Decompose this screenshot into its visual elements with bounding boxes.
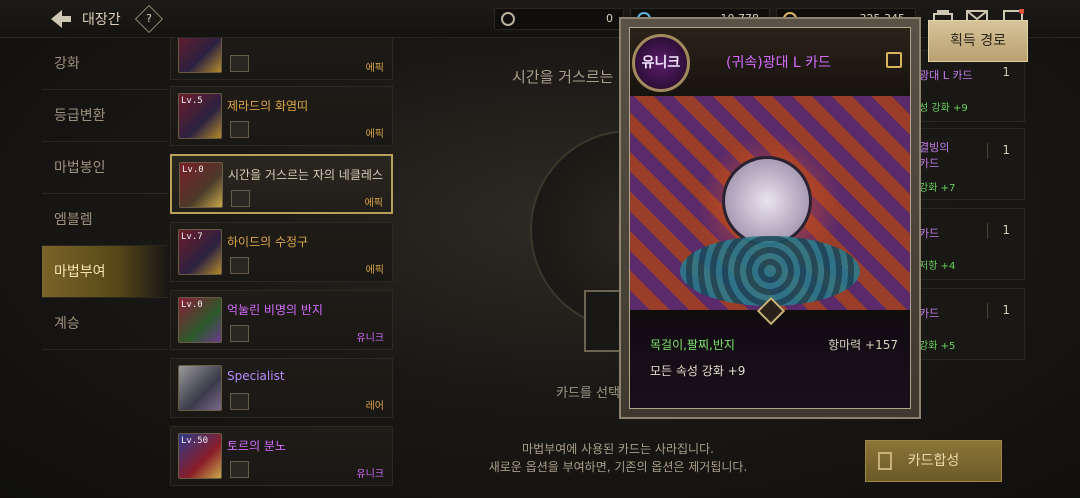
card-grade: 에픽 [365, 265, 384, 276]
card-slot-icon [230, 325, 249, 342]
card-detail-frame: 유니크 (귀속)광대 L 카드 목걸이,팔찌,반지 항마력 +157 모든 속성… [629, 27, 911, 409]
menu-enchant[interactable]: 마법부여 [42, 246, 168, 298]
card-grade: 에픽 [364, 198, 383, 209]
card-synthesis-button[interactable]: 카드합성 [865, 440, 1002, 482]
jester-ruff-art [680, 236, 860, 306]
cera-icon [501, 12, 515, 26]
selected-item-title: 시간을 거스르는 [512, 68, 614, 86]
equip-slots: 목걸이,팔찌,반지 [650, 338, 735, 352]
card-grade: 유니크 [356, 469, 384, 480]
card-list-item-selected[interactable]: Lv.0 시간을 거스르는 자의 네클레스 에픽 [170, 154, 393, 214]
card-name: 억눌린 비명의 반지 [227, 303, 323, 317]
card-list-item[interactable]: Lv.0 억눌린 비명의 반지 유니크 [170, 290, 393, 350]
element-stat: 모든 속성 강화 +9 [650, 364, 746, 378]
owned-card-item[interactable]: 카드 저항 +4 1 [910, 208, 1025, 280]
page-title: 대장간 [82, 12, 121, 28]
card-list[interactable]: 에픽 Lv.5 제라드의 화염띠 에픽 Lv.0 시간을 거스르는 자의 네클레… [170, 38, 393, 498]
card-slot-icon [230, 461, 249, 478]
card-name: Specialist [227, 369, 285, 383]
acquire-route-button[interactable]: 획득 경로 [928, 20, 1028, 62]
currency-cera: 0 [494, 8, 624, 30]
card-slot-icon [230, 121, 249, 138]
card-grade: 에픽 [365, 129, 384, 140]
card-detail-header: 유니크 (귀속)광대 L 카드 [630, 28, 910, 96]
card-thumbnail: Lv.50 [178, 433, 222, 479]
card-name: 시간을 거스르는 자의 네클레스 [228, 168, 383, 182]
card-thumbnail: Lv.5 [178, 93, 222, 139]
cards-icon [878, 452, 892, 470]
jester-mask-art [722, 156, 812, 246]
card-name: 토르의 분노 [227, 439, 287, 453]
card-list-item[interactable]: Lv.5 제라드의 화염띠 에픽 [170, 86, 393, 146]
card-slot-icon [231, 190, 250, 207]
card-slot-icon [230, 393, 249, 410]
link-out-icon[interactable] [886, 52, 902, 68]
card-thumbnail: Lv.0 [178, 297, 222, 343]
card-name: 하이드의 수정구 [227, 235, 309, 249]
grade-badge: 유니크 [632, 34, 690, 92]
menu-emblem[interactable]: 엠블렘 [42, 194, 168, 246]
forge-menu: 강화 등급변환 마법봉인 엠블렘 마법부여 계승 [42, 38, 168, 350]
resist-stat: 항마력 +157 [828, 338, 898, 352]
card-thumbnail [178, 365, 222, 411]
card-list-item[interactable]: 에픽 [170, 38, 393, 80]
card-slot-icon [230, 55, 249, 72]
back-arrow-icon[interactable] [46, 7, 74, 31]
card-detail-popup[interactable]: 유니크 (귀속)광대 L 카드 목걸이,팔찌,반지 항마력 +157 모든 속성… [619, 17, 921, 419]
owned-card-item[interactable]: 결빙의 카드 강화 +7 1 [910, 128, 1025, 200]
card-artwork [630, 96, 910, 310]
menu-magic-seal[interactable]: 마법봉인 [42, 142, 168, 194]
card-name: 제라드의 화염띠 [227, 99, 309, 113]
owned-card-item[interactable]: 카드 강화 +5 1 [910, 288, 1025, 360]
help-icon[interactable]: ? [134, 4, 164, 34]
card-thumbnail: Lv.0 [179, 162, 223, 208]
card-thumbnail: Lv.7 [178, 229, 222, 275]
card-list-item[interactable]: Specialist 레어 [170, 358, 393, 418]
card-list-item[interactable]: Lv.50 토르의 분노 유니크 [170, 426, 393, 486]
enchant-notice: 마법부여에 사용된 카드는 사라집니다. 새로운 옵션을 부여하면, 기존의 옵… [488, 442, 748, 474]
card-slot-icon [230, 257, 249, 274]
card-grade: 유니크 [356, 333, 384, 344]
card-detail-title: (귀속)광대 L 카드 [726, 55, 831, 71]
menu-enhance[interactable]: 강화 [42, 38, 168, 90]
card-thumbnail [178, 38, 222, 73]
menu-inherit[interactable]: 계승 [42, 298, 168, 350]
card-list-item[interactable]: Lv.7 하이드의 수정구 에픽 [170, 222, 393, 282]
select-card-hint: 카드를 선택 [556, 386, 620, 401]
menu-grade-convert[interactable]: 등급변환 [42, 90, 168, 142]
card-detail-stats: 목걸이,팔찌,반지 항마력 +157 모든 속성 강화 +9 [630, 318, 910, 408]
card-grade: 레어 [365, 401, 384, 412]
